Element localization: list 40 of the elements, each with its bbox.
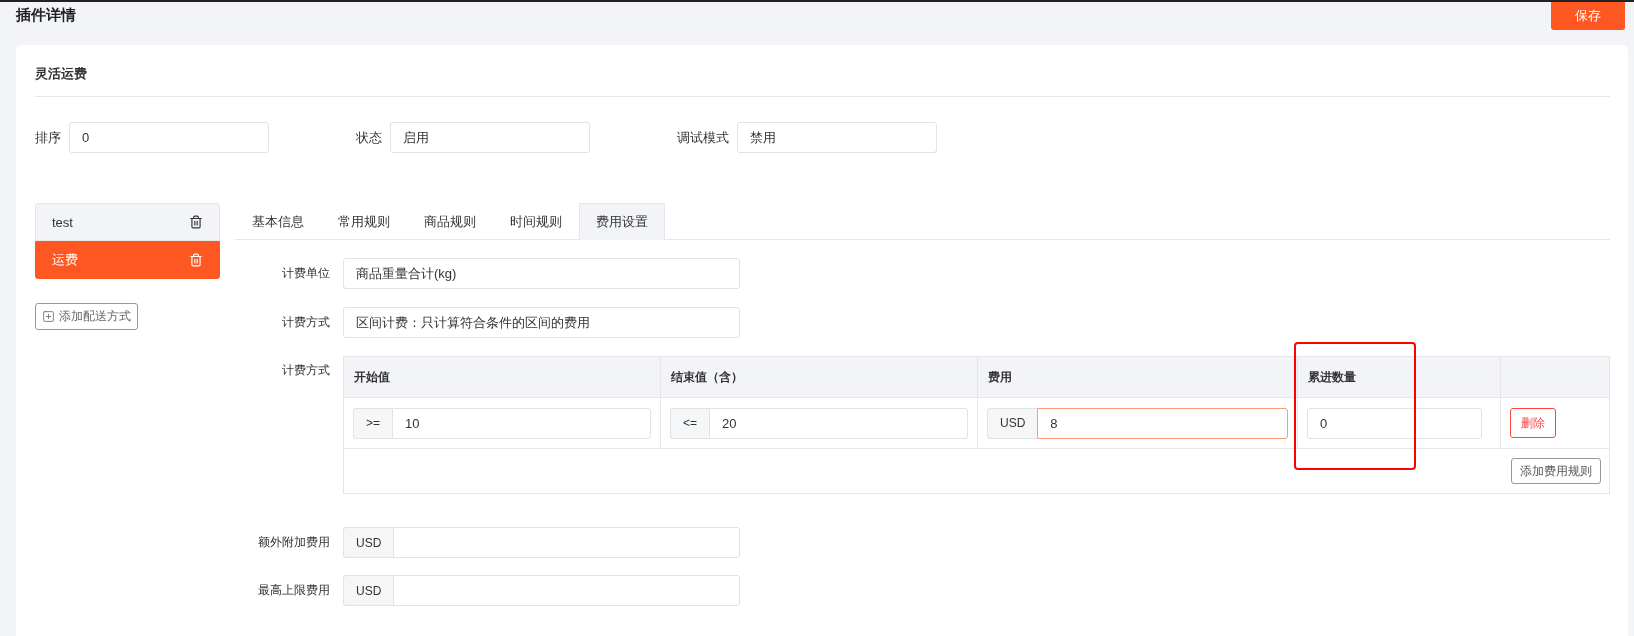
plus-icon xyxy=(42,310,55,323)
input-field[interactable]: 10 xyxy=(392,407,651,439)
input-field[interactable]: 禁用 xyxy=(737,122,937,153)
prefix-label: USD xyxy=(343,575,394,606)
column-header: 开始值 xyxy=(344,357,661,398)
field-label: 计费方式 xyxy=(281,362,330,379)
input-field[interactable]: 8 xyxy=(1037,407,1288,439)
column-header: 结束值（含） xyxy=(661,357,978,398)
field-label: 额外附加费用 xyxy=(257,534,330,551)
add-rule-button[interactable]: 添加费用规则 xyxy=(1511,458,1601,484)
input-field[interactable]: 20 xyxy=(709,407,968,439)
field-label: 计费单位 xyxy=(281,265,330,282)
tab[interactable]: 常用规则 xyxy=(321,203,407,240)
input-field[interactable]: 0 xyxy=(69,122,269,153)
field-label: 状态 xyxy=(356,128,382,147)
input-field[interactable] xyxy=(393,575,740,606)
prefix-label: USD xyxy=(343,527,394,558)
trash-icon[interactable] xyxy=(189,215,203,229)
input-field[interactable]: 0 xyxy=(1307,407,1482,439)
field-label: 调试模式 xyxy=(677,128,729,147)
input-field[interactable] xyxy=(393,527,740,558)
method-item[interactable]: test xyxy=(35,203,220,241)
prefix-label: >= xyxy=(353,407,392,439)
input-field[interactable]: 商品重量合计(kg) xyxy=(343,258,740,289)
tab[interactable]: 商品规则 xyxy=(407,203,493,240)
input-field[interactable]: 区间计费：只计算符合条件的区间的费用 xyxy=(343,307,740,338)
field-label: 排序 xyxy=(35,128,61,147)
delete-button[interactable]: 删除 xyxy=(1510,408,1556,438)
prefix-label: USD xyxy=(987,407,1038,439)
field-label: 计费方式 xyxy=(281,314,330,331)
page-title: 插件详情 xyxy=(16,5,76,25)
input-field[interactable]: 启用 xyxy=(390,122,590,153)
column-header: 费用 xyxy=(978,357,1298,398)
prefix-label: <= xyxy=(670,407,709,439)
tab[interactable]: 基本信息 xyxy=(235,203,321,240)
field-label: 最高上限费用 xyxy=(257,582,330,599)
tab[interactable]: 费用设置 xyxy=(579,203,665,240)
card-title: 灵活运费 xyxy=(35,45,1610,97)
tab[interactable]: 时间规则 xyxy=(493,203,579,240)
add-method-button[interactable]: 添加配送方式 xyxy=(35,303,138,330)
